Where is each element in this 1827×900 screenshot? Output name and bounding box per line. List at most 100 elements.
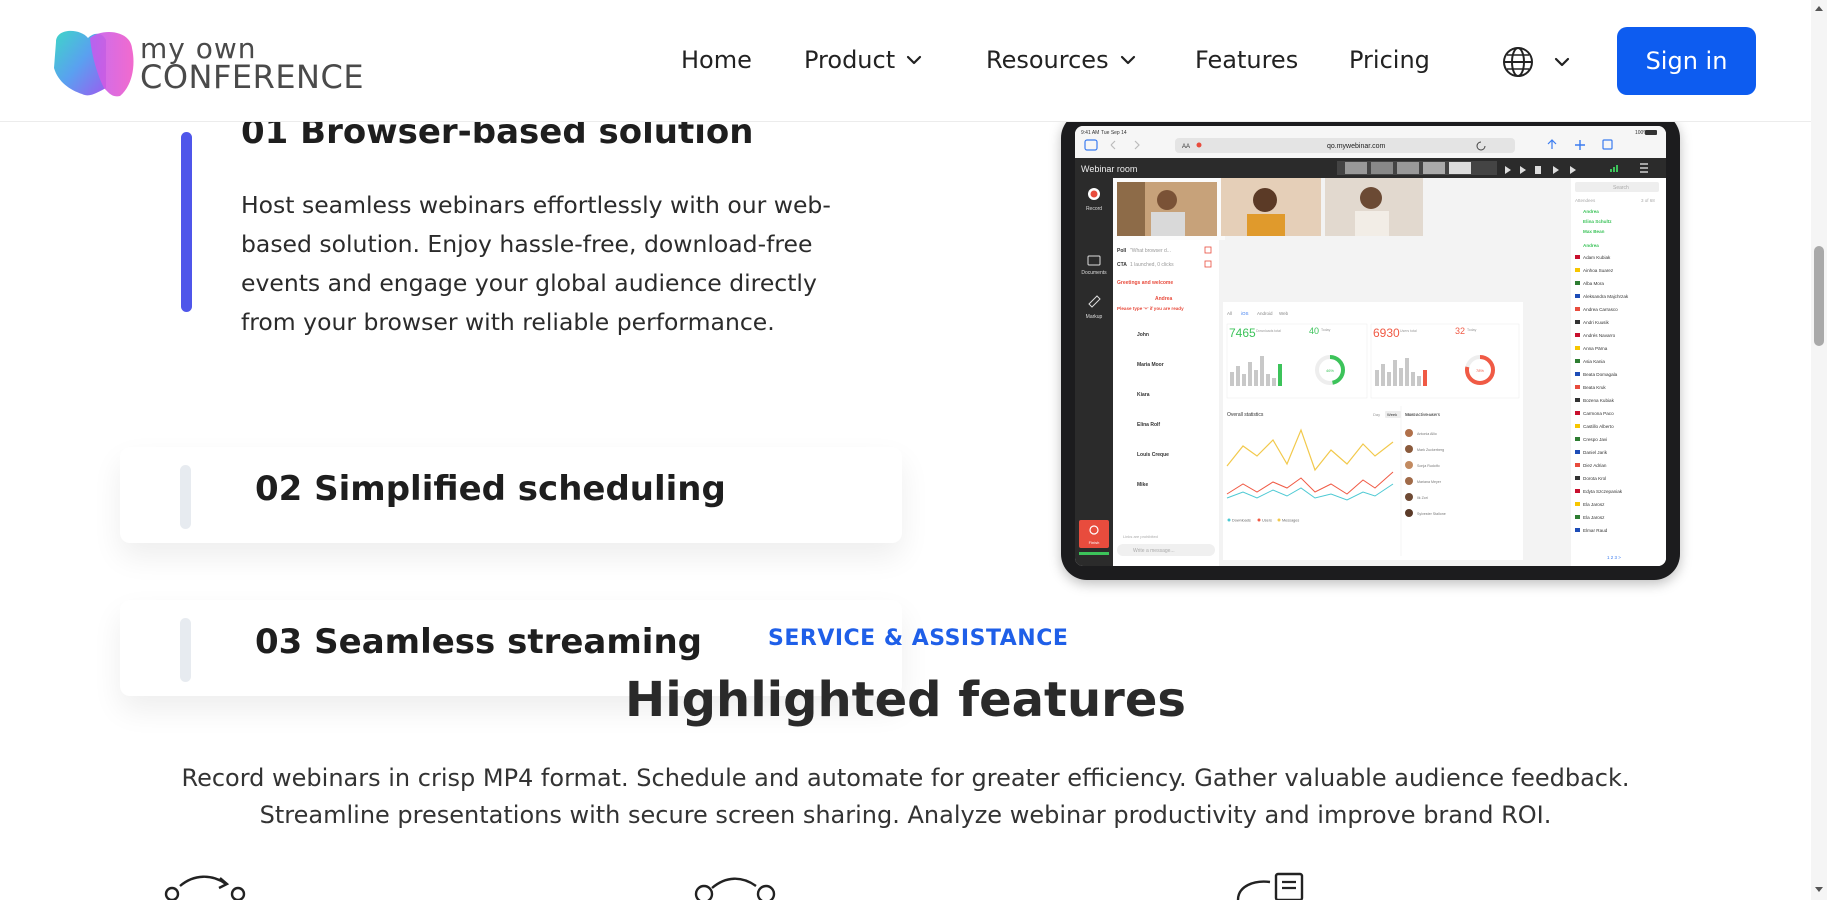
attendee-flag-icon [1575, 450, 1580, 454]
attendee-flag-icon [1575, 528, 1580, 532]
globe-icon[interactable] [1500, 44, 1536, 80]
users-total-label: Users total [1400, 329, 1417, 333]
step-1-active-indicator [181, 132, 192, 312]
attendee-flag-icon [1575, 385, 1580, 389]
attendees-count: 3 of 68 [1641, 198, 1655, 203]
cta-label: CTA [1117, 262, 1127, 268]
attendee-flag-icon [1575, 437, 1580, 441]
attendee-flag-icon [1575, 359, 1580, 363]
step-1-description: Host seamless webinars effortlessly with… [241, 191, 831, 336]
language-chevron-down-icon[interactable] [1553, 53, 1571, 71]
step-2-card[interactable]: 02 Simplified scheduling [120, 447, 902, 543]
sign-in-button[interactable]: Sign in [1617, 27, 1756, 95]
text-size-button: AA [1182, 144, 1190, 150]
step-2-indicator [180, 465, 191, 529]
sidebar-markup-label: Markup [1086, 314, 1103, 320]
legend-downloads: Downloads [1232, 519, 1251, 523]
stats-tab-ios: iOS [1241, 311, 1249, 316]
attendee-name: Ainhoa Suarez [1583, 268, 1614, 273]
sidebar-documents-label: Documents [1081, 270, 1107, 276]
nav-resources[interactable]: Resources [986, 46, 1137, 74]
attendee-name: Beata Kruk [1583, 385, 1606, 390]
downloads-today: 40 [1309, 326, 1319, 336]
overall-statistics-label: Overall statistics [1227, 412, 1264, 418]
nav-pricing[interactable]: Pricing [1349, 46, 1430, 74]
highlight-attendee-1: Andrea [1583, 209, 1599, 214]
stats-tab-android: Android [1257, 311, 1273, 316]
downloads-today-label: Today [1321, 328, 1331, 332]
status-time: 9:41 AM [1081, 130, 1099, 136]
downloads-percent: 46% [1326, 368, 1334, 373]
users-total: 6930 [1373, 326, 1400, 340]
nav-features-label: Features [1195, 46, 1299, 74]
active-user-3: Sonja Rudolfo [1417, 464, 1440, 468]
most-active-users-label: Most active users [1405, 412, 1441, 417]
attendee-flag-icon [1575, 502, 1580, 506]
legend-messages: Messages [1282, 519, 1299, 523]
attendee-flag-icon [1575, 398, 1580, 402]
chat-input-placeholder: Write a message... [1133, 548, 1175, 554]
attendee-name: Adam Kubiak [1583, 255, 1611, 260]
highlight-attendee-3: Max Bean [1583, 229, 1605, 234]
scheduling-feature-icon [694, 877, 776, 900]
scroll-up-arrow-icon[interactable] [1814, 3, 1824, 13]
active-user-4: Mariana Meyer [1417, 480, 1442, 484]
attendee-name: Bozena Kubiak [1583, 398, 1615, 403]
step-2-title: 02 Simplified scheduling [255, 469, 726, 509]
legend-users: Users [1262, 519, 1272, 523]
page-scrollbar[interactable] [1811, 0, 1827, 900]
chat-user-4: Elina Rolf [1137, 422, 1160, 428]
attendee-name: Andrés Navarro [1583, 333, 1616, 338]
stats-tab-web: Web [1279, 311, 1289, 316]
scroll-down-arrow-icon[interactable] [1814, 885, 1824, 895]
attendee-name: Andri Kuusik [1583, 320, 1609, 325]
status-date: Tue Sep 14 [1101, 130, 1127, 136]
room-title: Webinar room [1081, 164, 1137, 174]
logo[interactable]: my own CONFERENCE [50, 28, 370, 98]
attendee-name: Andrea Carrasco [1583, 307, 1618, 312]
url-text: qo.mywebinar.com [1327, 143, 1386, 150]
tablet-mockup: 9:41 AM Tue Sep 14 100% AA qo.mywebinar.… [1061, 112, 1680, 580]
attendee-name: Elmar Raud [1583, 528, 1608, 533]
attendee-search-placeholder: Search [1613, 185, 1629, 191]
nav-resources-label: Resources [986, 46, 1109, 74]
attendee-name: Dorota Krol [1583, 476, 1606, 481]
feedback-feature-icon [1236, 872, 1304, 900]
attendee-flag-icon [1575, 411, 1580, 415]
logo-mark-icon [54, 30, 134, 97]
attendee-flag-icon [1575, 320, 1580, 324]
downloads-total: 7465 [1229, 326, 1256, 340]
nav-product-label: Product [804, 46, 896, 74]
chat-user-1: John [1137, 332, 1149, 338]
nav-features[interactable]: Features [1195, 46, 1298, 74]
section-title: Highlighted features [625, 672, 1186, 728]
attendee-flag-icon [1575, 346, 1580, 350]
sidebar-record-label: Record [1086, 206, 1102, 212]
users-percent: 78% [1476, 368, 1484, 373]
nav-product[interactable]: Product [804, 46, 923, 74]
attendee-flag-icon [1575, 255, 1580, 259]
users-today-label: Today [1467, 328, 1477, 332]
nav-home[interactable]: Home [681, 46, 752, 74]
section-description: Record webinars in crisp MP4 format. Sch… [0, 760, 1811, 834]
nav-pricing-label: Pricing [1349, 46, 1430, 74]
section-description-line-2: Streamline presentations with secure scr… [259, 801, 1552, 829]
poll-label: Poll [1117, 248, 1127, 254]
attendee-flag-icon [1575, 281, 1580, 285]
record-icon [1090, 190, 1098, 198]
nav-home-label: Home [681, 46, 752, 74]
attendee-name: Anna Pärna [1583, 346, 1608, 351]
active-user-6: Sylvester Stallone [1417, 512, 1446, 516]
cta-stats: 1 launched, 0 clicks [1130, 262, 1174, 268]
attendee-flag-icon [1575, 268, 1580, 272]
recording-feature-icon [164, 875, 246, 900]
active-user-2: Mark Zuckerberg [1417, 448, 1444, 452]
chat-host-message: Please type '+' if you are ready [1117, 306, 1184, 311]
attendee-name: Crespo Javi [1583, 437, 1607, 442]
attendee-flag-icon [1575, 515, 1580, 519]
attendee-name: Castillo Alberto [1583, 424, 1614, 429]
scrollbar-thumb[interactable] [1814, 246, 1824, 346]
attendee-flag-icon [1575, 424, 1580, 428]
webinar-room-screenshot: 9:41 AM Tue Sep 14 100% AA qo.mywebinar.… [1075, 126, 1666, 566]
attendee-name: Asia Kania [1583, 359, 1605, 364]
